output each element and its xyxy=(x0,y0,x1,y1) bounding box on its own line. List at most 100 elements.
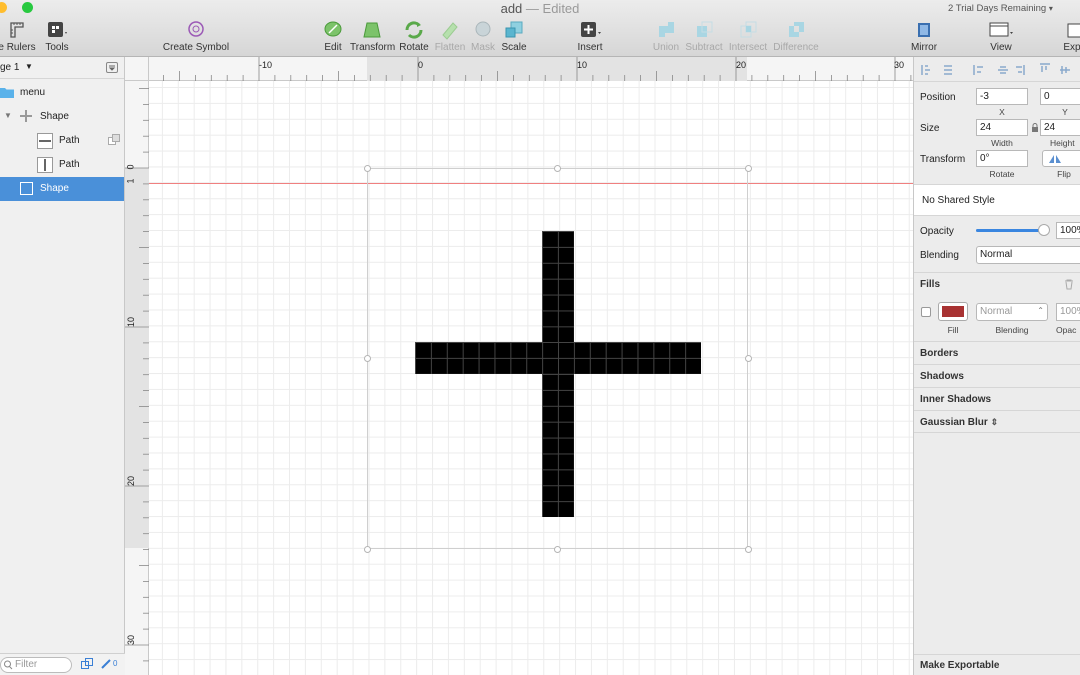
edit-button[interactable]: Edit xyxy=(320,20,346,54)
rulers-button[interactable]: e Rulers xyxy=(0,20,40,54)
view-button[interactable]: View xyxy=(984,20,1018,54)
flip-control[interactable] xyxy=(1042,150,1080,167)
make-exportable-title: Make Exportable xyxy=(920,660,1000,671)
resize-handle-top[interactable] xyxy=(554,165,561,172)
opacity-field[interactable]: 100% xyxy=(1056,222,1080,239)
shared-style-selector[interactable]: No Shared Style xyxy=(914,184,1080,216)
fill-color-swatch xyxy=(942,306,964,317)
sketch-window: add — Edited 2 Trial Days Remaining ▾ e … xyxy=(0,0,1080,675)
resize-handle-top-right[interactable] xyxy=(745,165,752,172)
ruler-label: 20 xyxy=(736,60,747,70)
lock-icon[interactable] xyxy=(1031,123,1039,136)
document-name: add xyxy=(500,1,523,16)
resize-handle-top-left[interactable] xyxy=(364,165,371,172)
difference-button[interactable]: Difference xyxy=(772,20,820,54)
rotate-icon xyxy=(398,20,430,40)
flip-horizontal-icon[interactable] xyxy=(1048,154,1062,167)
resize-handle-left[interactable] xyxy=(364,355,371,362)
intersect-button[interactable]: Intersect xyxy=(728,20,768,54)
disclosure-triangle-icon[interactable]: ▼ xyxy=(4,111,12,120)
layer-label: Shape xyxy=(40,111,69,122)
resize-handle-bottom[interactable] xyxy=(554,546,561,553)
resize-handle-bottom-left[interactable] xyxy=(364,546,371,553)
fills-section-header[interactable]: Fills xyxy=(914,272,1080,296)
plus-horizontal-bar[interactable] xyxy=(415,342,701,374)
filter-field[interactable]: Filter xyxy=(0,657,72,673)
trial-remaining[interactable]: 2 Trial Days Remaining ▾ xyxy=(948,3,1053,14)
create-symbol-button[interactable]: Create Symbol xyxy=(160,20,232,54)
transform-icon xyxy=(350,20,394,40)
fill-opacity-field[interactable]: 100% xyxy=(1056,303,1080,321)
export-button[interactable]: Exp xyxy=(1060,20,1080,54)
shadows-section-header[interactable]: Shadows xyxy=(914,364,1080,387)
shadows-title: Shadows xyxy=(920,371,964,382)
collapse-pages-icon[interactable] xyxy=(106,62,118,73)
layer-label: Shape xyxy=(40,183,69,194)
scale-button[interactable]: Scale xyxy=(500,20,528,54)
make-exportable-section[interactable]: Make Exportable xyxy=(914,654,1080,675)
flatten-button[interactable]: Flatten xyxy=(434,20,466,54)
mask-button[interactable]: Mask xyxy=(470,20,496,54)
fill-opacity-sublabel: Opac xyxy=(1056,325,1077,335)
layer-row-path-vertical[interactable]: Path xyxy=(0,153,124,177)
fill-color-well[interactable] xyxy=(938,302,968,321)
width-sublabel: Width xyxy=(991,138,1013,148)
page-selector[interactable]: ge 1 ▼ xyxy=(0,57,124,79)
tools-button[interactable]: Tools xyxy=(40,20,74,54)
vertical-ruler[interactable]: 0 1 10 20 30 xyxy=(125,81,149,675)
inner-shadows-section-header[interactable]: Inner Shadows xyxy=(914,387,1080,410)
layer-row-path-horizontal[interactable]: Path xyxy=(0,129,124,153)
trash-icon[interactable] xyxy=(1064,279,1074,293)
height-field[interactable]: 24 xyxy=(1040,119,1080,136)
union-icon xyxy=(650,20,682,40)
gaussian-blur-section-header[interactable]: Gaussian Blur ⇕ xyxy=(914,410,1080,433)
transform-button[interactable]: Transform xyxy=(350,20,395,54)
path-horizontal-icon xyxy=(37,133,53,149)
horizontal-ruler[interactable]: -10 0 10 20 30 xyxy=(149,57,913,81)
layer-filter-bar: Filter 0 xyxy=(0,653,125,675)
fill-blending-select[interactable]: Normal ⌃ xyxy=(976,303,1048,321)
rectangle-shape-icon xyxy=(20,182,33,195)
layer-row-menu[interactable]: menu xyxy=(0,81,124,105)
layer-list-panel: ge 1 ▼ menu ▼ Shape Path Path Shape Filt… xyxy=(0,57,125,675)
fill-enabled-checkbox[interactable] xyxy=(921,307,931,317)
subtract-button[interactable]: Subtract xyxy=(684,20,724,54)
boolean-union-icon[interactable] xyxy=(108,134,120,149)
width-field[interactable]: 24 xyxy=(976,119,1028,136)
symbols-filter-icon[interactable] xyxy=(81,658,93,673)
combined-shape-icon xyxy=(19,109,33,126)
scale-icon xyxy=(500,20,528,40)
x-position-field[interactable]: -3 xyxy=(976,88,1028,105)
rotate-button[interactable]: Rotate xyxy=(398,20,430,54)
borders-title: Borders xyxy=(920,348,959,359)
flatten-icon xyxy=(434,20,466,40)
height-sublabel: Height xyxy=(1050,138,1075,148)
insert-icon xyxy=(572,20,608,40)
y-position-field[interactable]: 0 xyxy=(1040,88,1080,105)
union-button[interactable]: Union xyxy=(650,20,682,54)
slice-count: 0 xyxy=(113,659,118,668)
borders-section-header[interactable]: Borders xyxy=(914,341,1080,364)
layer-row-shape-group[interactable]: ▼ Shape xyxy=(0,105,124,129)
resize-handle-bottom-right[interactable] xyxy=(745,546,752,553)
ruler-label: 30 xyxy=(126,634,137,646)
fill-sublabel: Fill xyxy=(947,325,959,335)
path-vertical-icon xyxy=(37,157,53,173)
mirror-button[interactable]: Mirror xyxy=(908,20,940,54)
layer-row-shape-selected[interactable]: Shape xyxy=(0,177,124,201)
shared-style-value: No Shared Style xyxy=(922,195,995,206)
blending-label: Blending xyxy=(920,250,959,261)
tools-icon xyxy=(40,20,74,40)
artboard-canvas[interactable] xyxy=(149,81,913,675)
blending-select[interactable]: Normal xyxy=(976,246,1080,264)
y-sublabel: Y xyxy=(1062,107,1068,117)
resize-handle-right[interactable] xyxy=(745,355,752,362)
opacity-slider-thumb[interactable] xyxy=(1038,224,1050,236)
window-title: add — Edited xyxy=(0,1,1080,16)
insert-button[interactable]: Insert xyxy=(572,20,608,54)
export-icon xyxy=(1060,20,1080,40)
rotate-field[interactable]: 0° xyxy=(976,150,1028,167)
slice-filter-icon[interactable] xyxy=(100,658,112,673)
opacity-slider[interactable] xyxy=(976,224,1050,236)
plus-vertical-bar[interactable] xyxy=(542,231,574,517)
